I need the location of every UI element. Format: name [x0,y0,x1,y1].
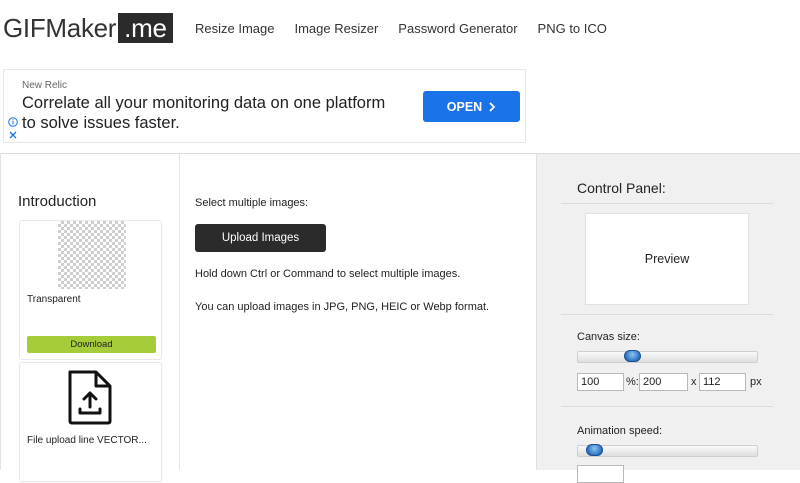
preview-label: Preview [644,252,690,266]
ad-open-label: OPEN [446,99,483,114]
divider [561,406,773,407]
ad-open-button[interactable]: OPEN [423,91,520,122]
download-button[interactable]: Download [27,336,156,353]
ad-headline[interactable]: Correlate all your monitoring data on on… [22,93,402,133]
preview-box: Preview [585,213,749,305]
main-content: Introduction Transparent Download File u… [0,153,800,483]
select-images-label: Select multiple images: [195,197,309,209]
supported-formats-text: You can upload images in JPG, PNG, HEIC … [195,301,490,313]
nav-resize-image[interactable]: Resize Image [195,21,274,36]
animation-speed-slider-handle[interactable] [586,444,603,456]
nav-png-to-ico[interactable]: PNG to ICO [538,21,607,36]
transparent-preview-image [58,221,126,289]
control-panel-title: Control Panel: [577,180,666,196]
multi-select-hint: Hold down Ctrl or Command to select mult… [195,268,461,280]
logo-domain-box: .me [118,13,173,43]
chevron-right-icon [489,101,496,112]
card-label: Transparent [27,294,81,305]
pixel-unit: px [750,376,762,388]
canvas-percent-input[interactable]: 100 [577,373,624,391]
card-label: File upload line VECTOR... [27,435,147,446]
animation-speed-input[interactable] [577,465,624,483]
site-logo[interactable]: GIFMaker .me [3,12,173,44]
ad-close-icon[interactable] [8,130,18,140]
canvas-height-input[interactable]: 112 [699,373,746,391]
divider [561,314,773,315]
logo-text: GIFMaker [3,12,117,43]
canvas-size-slider[interactable] [577,350,758,363]
ad-info-icon[interactable] [8,117,18,127]
main-nav: Resize Image Image Resizer Password Gene… [195,21,627,36]
canvas-width-input[interactable]: 200 [639,373,688,391]
ad-brand: New Relic [22,80,68,91]
intro-card-file-upload[interactable]: File upload line VECTOR... [19,362,162,482]
divider [561,203,773,204]
intro-card-transparent[interactable]: Transparent Download [19,220,162,360]
dimension-separator: x [691,376,697,388]
canvas-size-slider-handle[interactable] [624,350,641,362]
advertisement-banner[interactable]: New Relic Correlate all your monitoring … [3,69,526,143]
file-upload-icon [68,370,112,425]
introduction-sidebar: Introduction Transparent Download File u… [0,154,180,482]
upload-images-button[interactable]: Upload Images [195,224,326,252]
upload-section: Select multiple images: Upload Images Ho… [181,154,536,470]
animation-speed-label: Animation speed: [577,425,662,437]
nav-image-resizer[interactable]: Image Resizer [294,21,378,36]
animation-speed-slider[interactable] [577,444,758,457]
site-header: GIFMaker .me Resize Image Image Resizer … [0,0,800,58]
introduction-title: Introduction [18,193,97,210]
control-panel: Control Panel: Preview Canvas size: 100 … [536,154,800,483]
nav-password-generator[interactable]: Password Generator [398,21,517,36]
canvas-size-label: Canvas size: [577,331,640,343]
percent-suffix: %: [626,376,639,388]
